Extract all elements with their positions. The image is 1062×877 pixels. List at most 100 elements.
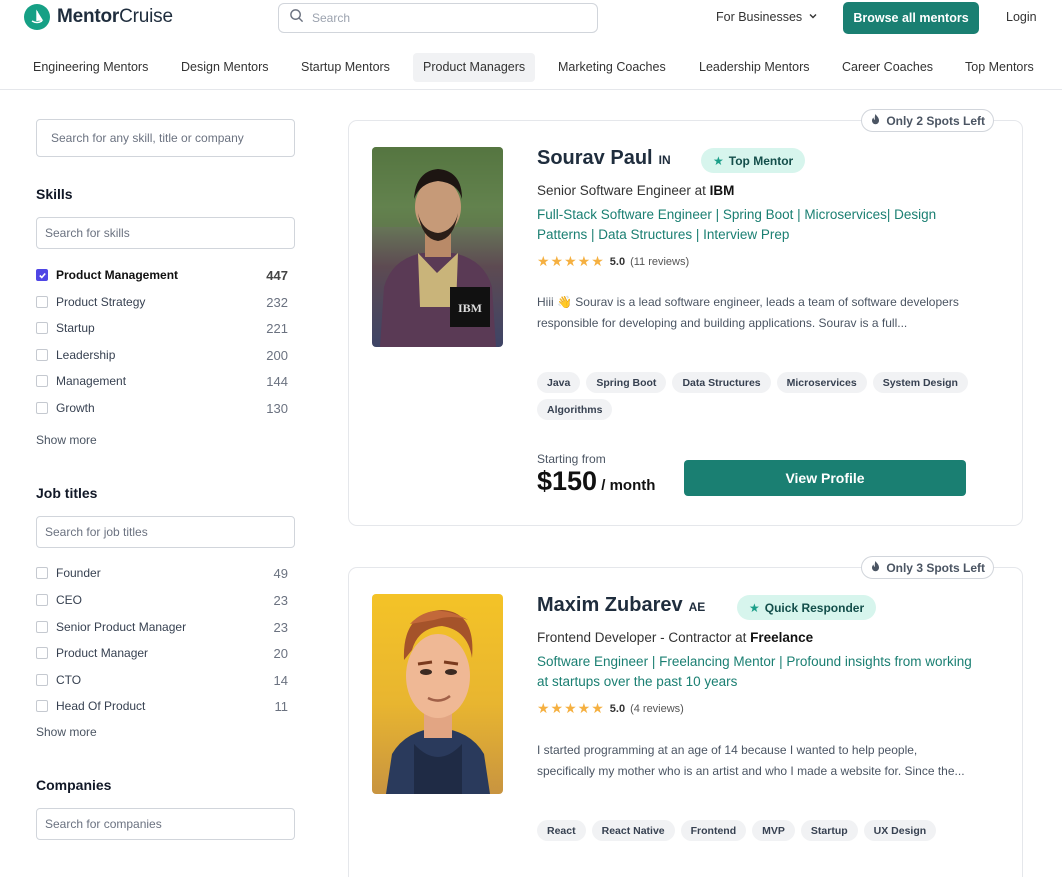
- filter-skill-management[interactable]: Management 144: [36, 372, 288, 390]
- sidebar-main-search[interactable]: [36, 119, 295, 157]
- browse-all-mentors-button[interactable]: Browse all mentors: [843, 2, 979, 34]
- mentor-card[interactable]: Only 2 Spots Left IBM Sourav Paul IN ★ T…: [348, 109, 1023, 526]
- mentor-rating[interactable]: ★★★★★ 5.0 (11 reviews): [537, 253, 689, 270]
- tab-product-managers[interactable]: Product Managers: [413, 53, 536, 82]
- job-titles-search[interactable]: [36, 516, 295, 548]
- skills-heading: Skills: [36, 186, 73, 202]
- skill-chip[interactable]: Frontend: [680, 820, 747, 841]
- filter-label: Founder: [56, 566, 101, 580]
- brand-logo[interactable]: MentorCruise: [24, 4, 173, 30]
- skills-show-more-link[interactable]: Show more: [36, 433, 97, 447]
- skill-chip[interactable]: Data Structures: [672, 372, 771, 393]
- checkbox[interactable]: [36, 647, 48, 659]
- tab-engineering-mentors[interactable]: Engineering Mentors: [23, 53, 158, 82]
- tab-marketing-coaches[interactable]: Marketing Coaches: [548, 53, 676, 82]
- job-titles-show-more-link[interactable]: Show more: [36, 725, 97, 739]
- mentor-photo[interactable]: [372, 594, 503, 794]
- filter-skill-product-management[interactable]: Product Management 447: [36, 266, 288, 284]
- filter-skill-growth[interactable]: Growth 130: [36, 399, 288, 417]
- filter-skill-product-strategy[interactable]: Product Strategy 232: [36, 293, 288, 311]
- search-input[interactable]: [312, 11, 572, 25]
- skills-search[interactable]: [36, 217, 295, 249]
- spots-left-badge: Only 2 Spots Left: [861, 109, 994, 132]
- filter-count: 23: [273, 592, 288, 608]
- filter-job-ceo[interactable]: CEO 23: [36, 591, 288, 609]
- mentor-company: Freelance: [750, 630, 814, 645]
- mentor-name[interactable]: Sourav Paul: [537, 147, 653, 170]
- skill-chip[interactable]: React: [537, 820, 586, 841]
- tab-top-mentors[interactable]: Top Mentors: [955, 53, 1044, 82]
- filter-job-product-manager[interactable]: Product Manager 20: [36, 644, 288, 662]
- skill-chip[interactable]: Algorithms: [537, 399, 613, 420]
- skills-search-input[interactable]: [45, 226, 275, 240]
- mentor-name-row[interactable]: Maxim Zubarev AE: [537, 594, 705, 617]
- checkbox[interactable]: [36, 296, 48, 308]
- skill-chip[interactable]: React Native: [591, 820, 675, 841]
- filter-count: 144: [266, 373, 288, 389]
- filter-job-founder[interactable]: Founder 49: [36, 564, 288, 582]
- mentor-company: IBM: [709, 183, 735, 198]
- mentor-avatar-illustration: [386, 610, 490, 794]
- checkbox[interactable]: [36, 402, 48, 414]
- filter-count: 11: [274, 698, 289, 714]
- ibm-logo: IBM: [458, 301, 482, 315]
- checkbox[interactable]: [36, 594, 48, 606]
- badge-label: Top Mentor: [728, 153, 794, 168]
- mentorcruise-logo-icon: [24, 4, 50, 30]
- checkbox[interactable]: [36, 621, 48, 633]
- filter-label: Startup: [56, 321, 95, 335]
- filter-label: Product Manager: [56, 646, 149, 660]
- skill-chip[interactable]: Startup: [800, 820, 858, 841]
- mentor-bio: Hiii 👋 Sourav is a lead software enginee…: [537, 295, 959, 330]
- checkbox[interactable]: [36, 567, 48, 579]
- checkbox-checked[interactable]: [36, 269, 48, 281]
- skill-chip[interactable]: MVP: [752, 820, 795, 841]
- filter-count: 130: [266, 400, 288, 416]
- spots-label: Only 2 Spots Left: [886, 113, 985, 128]
- job-titles-search-input[interactable]: [45, 525, 275, 539]
- mentor-photo[interactable]: IBM: [372, 147, 503, 347]
- skill-chip[interactable]: UX Design: [863, 820, 937, 841]
- rating-stars-icon: ★★★★★: [537, 700, 605, 716]
- checkbox[interactable]: [36, 375, 48, 387]
- filter-count: 221: [266, 320, 288, 336]
- filter-job-cto[interactable]: CTO 14: [36, 671, 288, 689]
- mentor-name[interactable]: Maxim Zubarev: [537, 594, 683, 617]
- global-search[interactable]: [278, 3, 598, 33]
- skill-chip[interactable]: System Design: [872, 372, 968, 393]
- checkbox[interactable]: [36, 322, 48, 334]
- tab-career-coaches[interactable]: Career Coaches: [832, 53, 943, 82]
- filter-job-head-of-product[interactable]: Head Of Product 11: [36, 697, 288, 715]
- header-divider: [0, 89, 1062, 90]
- checkbox[interactable]: [36, 700, 48, 712]
- filter-label: Product Management: [56, 268, 179, 282]
- mentor-role: Frontend Developer - Contractor at Freel…: [537, 630, 814, 645]
- checkbox[interactable]: [36, 674, 48, 686]
- view-profile-button[interactable]: View Profile: [684, 460, 966, 496]
- mentor-tagline: Full-Stack Software Engineer | Spring Bo…: [537, 207, 937, 242]
- spots-label: Only 3 Spots Left: [886, 560, 985, 575]
- mentor-card[interactable]: Only 3 Spots Left Maxim Zubarev AE ★ Qui…: [348, 556, 1023, 877]
- price-period: / month: [597, 477, 656, 494]
- filter-label: Senior Product Manager: [56, 620, 187, 634]
- skill-chip[interactable]: Java: [537, 372, 581, 393]
- filter-job-senior-product-manager[interactable]: Senior Product Manager 23: [36, 618, 288, 636]
- companies-search[interactable]: [36, 808, 295, 840]
- tab-design-mentors[interactable]: Design Mentors: [171, 53, 279, 82]
- mentor-name-row[interactable]: Sourav Paul IN: [537, 147, 671, 170]
- mentor-rating[interactable]: ★★★★★ 5.0 (4 reviews): [537, 700, 684, 717]
- tab-startup-mentors[interactable]: Startup Mentors: [291, 53, 400, 82]
- filter-skill-startup[interactable]: Startup 221: [36, 319, 288, 337]
- companies-search-input[interactable]: [45, 817, 275, 831]
- skill-chip[interactable]: Spring Boot: [586, 372, 667, 393]
- skill-chip[interactable]: Microservices: [776, 372, 867, 393]
- filter-skill-leadership[interactable]: Leadership 200: [36, 346, 288, 364]
- tab-leadership-mentors[interactable]: Leadership Mentors: [689, 53, 819, 82]
- country-code: AE: [688, 600, 706, 614]
- category-nav: Engineering Mentors Design Mentors Start…: [0, 50, 1062, 84]
- for-businesses-menu[interactable]: For Businesses: [716, 10, 818, 24]
- main-filter-search-input[interactable]: [51, 131, 281, 145]
- filter-label: Product Strategy: [56, 295, 146, 309]
- login-link[interactable]: Login: [1006, 10, 1037, 24]
- checkbox[interactable]: [36, 349, 48, 361]
